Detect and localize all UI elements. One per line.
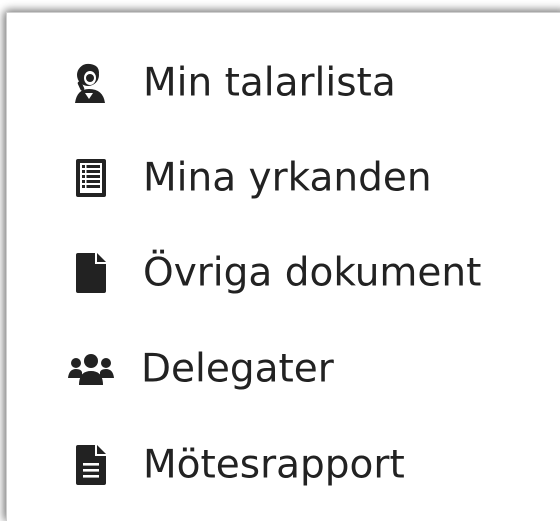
menu-item-mina-yrkanden[interactable]: Mina yrkanden	[7, 138, 560, 218]
users-group-icon	[67, 345, 115, 393]
menu-item-ovriga-dokument[interactable]: Övriga dokument	[7, 233, 560, 313]
menu-item-label: Delegater	[141, 346, 334, 392]
list-document-icon	[67, 154, 115, 202]
menu-item-label: Mötesrapport	[143, 442, 405, 488]
menu-item-delegater[interactable]: Delegater	[7, 329, 560, 409]
menu-item-label: Övriga dokument	[143, 250, 482, 296]
menu-item-min-talarlista[interactable]: Min talarlista	[7, 43, 560, 123]
menu-item-motesrapport[interactable]: Mötesrapport	[7, 425, 560, 505]
file-text-icon	[67, 441, 115, 489]
menu-item-label: Min talarlista	[143, 60, 396, 106]
menu-item-label: Mina yrkanden	[143, 155, 432, 201]
file-icon	[67, 249, 115, 297]
menu-panel: Min talarlista Mina yrkanden Övriga doku	[6, 12, 560, 521]
speaker-list-icon	[67, 59, 115, 107]
